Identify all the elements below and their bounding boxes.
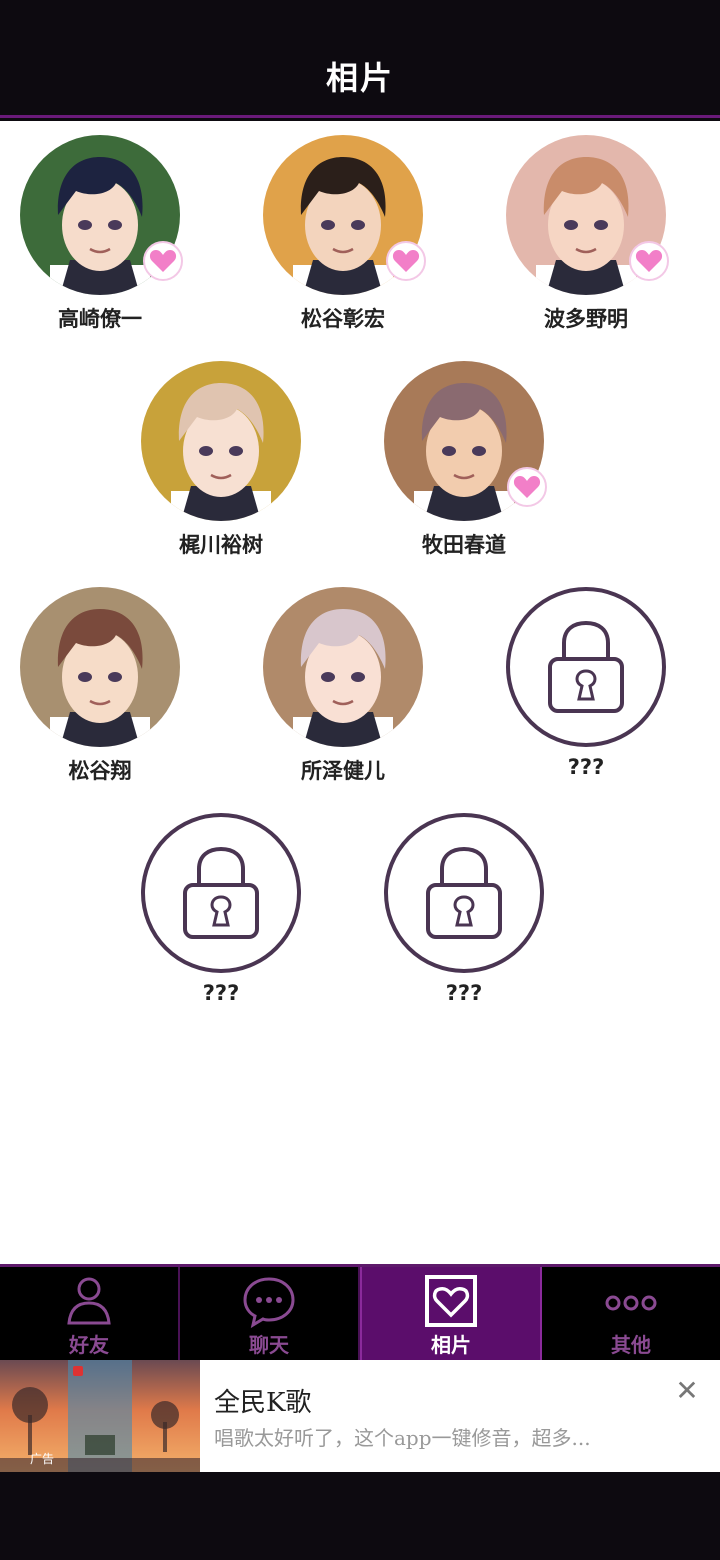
ad-title[interactable]: 全民K歌 <box>214 1382 311 1419</box>
heart-icon <box>386 241 426 281</box>
character-name: 所泽健儿 <box>301 759 385 783</box>
character-name: 松谷彰宏 <box>301 307 385 331</box>
tab-photos[interactable]: 相片 <box>360 1267 542 1360</box>
tab-other[interactable]: 其他 <box>542 1267 720 1360</box>
character-name: ??? <box>445 981 483 1005</box>
ad-tag: 广告 <box>30 1452 55 1466</box>
character-card[interactable]: 高崎僚一 <box>0 135 200 355</box>
avatar[interactable] <box>20 587 180 747</box>
ad-description[interactable]: 唱歌太好听了，这个app一键修音，超多... <box>214 1422 654 1451</box>
character-card[interactable]: 所泽健儿 <box>243 587 443 807</box>
heart-icon <box>629 241 669 281</box>
character-name: 梶川裕树 <box>179 533 263 557</box>
bottom-tab-bar: 好友 聊天 相片 其他 <box>0 1264 720 1360</box>
tab-chat[interactable]: 聊天 <box>180 1267 360 1360</box>
app-header: 相片 <box>0 0 720 118</box>
character-name: ??? <box>567 755 605 779</box>
character-name: 高崎僚一 <box>58 307 142 331</box>
character-name: 松谷翔 <box>68 759 132 783</box>
lock-icon[interactable] <box>506 587 666 747</box>
lock-icon[interactable] <box>384 813 544 973</box>
more-dots-icon <box>605 1295 657 1311</box>
tab-label: 相片 <box>431 1333 471 1357</box>
photo-grid: 高崎僚一 松谷彰宏 波多野明梶川裕树 牧田春道松谷翔 所泽健儿????????? <box>0 121 720 1264</box>
close-icon[interactable]: ✕ <box>672 1376 702 1406</box>
person-icon <box>67 1277 111 1325</box>
system-nav-bar <box>0 1472 720 1560</box>
locked-character-card[interactable]: ??? <box>364 813 564 1033</box>
lock-icon[interactable] <box>141 813 301 973</box>
ad-thumbnail[interactable]: 广告 <box>0 1360 200 1472</box>
character-card[interactable]: 梶川裕树 <box>121 361 321 581</box>
tab-label: 其他 <box>611 1333 651 1357</box>
heart-icon <box>143 241 183 281</box>
character-name: 波多野明 <box>544 307 628 331</box>
character-name: ??? <box>202 981 240 1005</box>
chat-bubble-icon <box>243 1277 295 1329</box>
character-name: 牧田春道 <box>422 533 506 557</box>
locked-character-card[interactable]: ??? <box>121 813 321 1033</box>
photo-heart-icon <box>425 1275 477 1327</box>
heart-icon <box>507 467 547 507</box>
ad-banner[interactable]: 广告 全民K歌 唱歌太好听了，这个app一键修音，超多... ✕ <box>0 1360 720 1472</box>
tab-label: 聊天 <box>249 1333 289 1357</box>
avatar[interactable] <box>263 587 423 747</box>
tab-friends[interactable]: 好友 <box>0 1267 180 1360</box>
tab-label: 好友 <box>69 1333 109 1357</box>
character-card[interactable]: 松谷彰宏 <box>243 135 443 355</box>
page-title: 相片 <box>325 58 394 97</box>
locked-character-card[interactable]: ??? <box>486 587 686 807</box>
avatar[interactable] <box>141 361 301 521</box>
character-card[interactable]: 波多野明 <box>486 135 686 355</box>
character-card[interactable]: 松谷翔 <box>0 587 200 807</box>
character-card[interactable]: 牧田春道 <box>364 361 564 581</box>
